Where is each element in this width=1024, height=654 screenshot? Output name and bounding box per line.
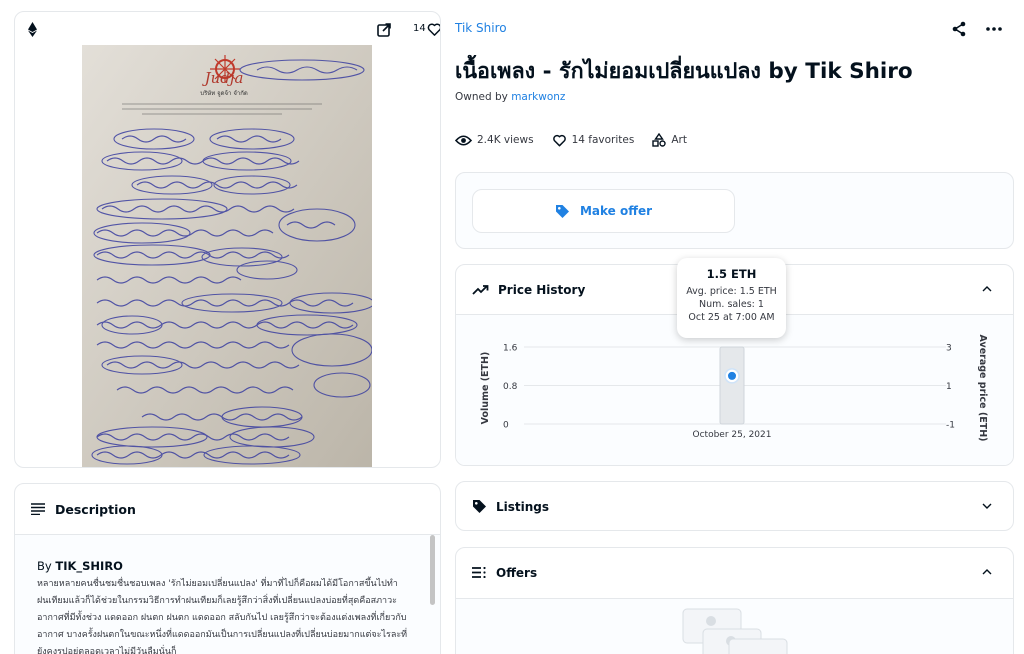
description-author[interactable]: TIK_SHIRO bbox=[55, 559, 123, 573]
heart-icon bbox=[552, 134, 566, 146]
open-external-icon[interactable] bbox=[377, 23, 391, 37]
views-stat: 2.4K views bbox=[455, 134, 534, 146]
chevron-up-icon[interactable] bbox=[982, 286, 992, 292]
favorites-label: 14 favorites bbox=[571, 134, 635, 146]
ethereum-icon bbox=[28, 22, 37, 37]
share-icon[interactable] bbox=[952, 21, 966, 37]
tooltip-num-sales: Num. sales: 1 bbox=[699, 299, 764, 310]
y-tick-label: 0 bbox=[503, 421, 509, 431]
category-stat[interactable]: Art bbox=[652, 133, 687, 147]
collection-link[interactable]: Tik Shiro bbox=[455, 21, 507, 35]
views-count: 2.4K views bbox=[477, 134, 534, 146]
media-card: 14 Judja บริษัท จูดจ้า จำกัด bbox=[14, 11, 441, 468]
tooltip-avg-price: Avg. price: 1.5 ETH bbox=[686, 286, 777, 297]
shapes-icon bbox=[652, 133, 667, 147]
y2-tick-label: 1 bbox=[946, 382, 952, 392]
description-panel: Description By TIK_SHIRO หลายหลายคนชื่นช… bbox=[14, 483, 441, 654]
description-author-line: By TIK_SHIRO bbox=[37, 559, 430, 573]
listings-heading: Listings bbox=[496, 499, 550, 514]
tooltip-date: Oct 25 at 7:00 AM bbox=[688, 312, 775, 323]
x-tick-label: October 25, 2021 bbox=[693, 430, 772, 440]
favorites-count: 14 bbox=[413, 23, 426, 34]
make-offer-label: Make offer bbox=[579, 204, 653, 218]
y2-tick-label: 3 bbox=[946, 344, 952, 354]
y-tick-label: 1.6 bbox=[503, 344, 518, 354]
favorites-stat[interactable]: 14 favorites bbox=[552, 134, 635, 147]
item-stats: 2.4K views 14 favorites Art bbox=[455, 131, 705, 149]
offers-header[interactable]: Offers bbox=[456, 548, 1013, 597]
nft-image[interactable]: Judja บริษัท จูดจ้า จำกัด bbox=[82, 45, 372, 467]
media-toolbar: 14 bbox=[15, 12, 440, 46]
chevron-up-icon[interactable] bbox=[982, 569, 992, 575]
item-title: เนื้อเพลง - รักไม่ยอมเปลี่ยนแปลง by Tik … bbox=[455, 59, 913, 84]
price-history-heading: Price History bbox=[498, 282, 586, 297]
offers-panel: Offers bbox=[455, 547, 1014, 654]
description-lines-icon bbox=[31, 503, 45, 515]
more-options-icon[interactable] bbox=[986, 27, 1002, 31]
list-icon bbox=[472, 567, 486, 578]
category-label: Art bbox=[671, 134, 687, 146]
logo-text: Judja bbox=[202, 69, 244, 87]
y-axis-label: Volume (ETH) bbox=[480, 352, 491, 425]
offer-panel: Make offer bbox=[455, 172, 1014, 249]
company-name: บริษัท จูดจ้า จำกัด bbox=[200, 90, 248, 97]
volume-bar bbox=[719, 346, 745, 425]
owned-by-label: Owned by bbox=[455, 91, 508, 103]
description-text: หลายหลายคนชื่นชมชื่นชอบเพลง 'รักไม่ยอมเป… bbox=[37, 579, 408, 654]
y2-axis-label: Average price (ETH) bbox=[977, 334, 988, 441]
empty-offers-icon bbox=[682, 608, 788, 654]
tag-icon bbox=[555, 204, 569, 218]
tag-icon bbox=[473, 500, 486, 513]
avg-price-point bbox=[728, 371, 736, 380]
description-scrollbar[interactable] bbox=[430, 535, 435, 605]
heart-icon[interactable] bbox=[427, 22, 441, 37]
owned-by: Owned by markwonz bbox=[455, 91, 565, 103]
by-prefix: By bbox=[37, 559, 52, 573]
make-offer-button[interactable]: Make offer bbox=[472, 189, 735, 233]
description-body: By TIK_SHIRO หลายหลายคนชื่นชมชื่นชอบเพลง… bbox=[15, 535, 440, 654]
trending-icon bbox=[472, 285, 489, 295]
y-tick-label: 0.8 bbox=[503, 382, 518, 392]
owner-link[interactable]: markwonz bbox=[511, 91, 565, 103]
price-tooltip: 1.5 ETH Avg. price: 1.5 ETH Num. sales: … bbox=[677, 258, 786, 338]
offers-empty-state bbox=[456, 598, 1013, 654]
y2-tick-label: -1 bbox=[946, 421, 955, 431]
description-heading: Description bbox=[55, 501, 136, 517]
eye-icon bbox=[455, 134, 472, 146]
offers-heading: Offers bbox=[496, 565, 538, 580]
tooltip-price: 1.5 ETH bbox=[706, 267, 757, 281]
listings-panel: Listings bbox=[455, 481, 1014, 531]
description-header[interactable]: Description bbox=[15, 484, 440, 535]
listings-header[interactable]: Listings bbox=[456, 482, 1013, 530]
chevron-down-icon[interactable] bbox=[982, 503, 992, 509]
